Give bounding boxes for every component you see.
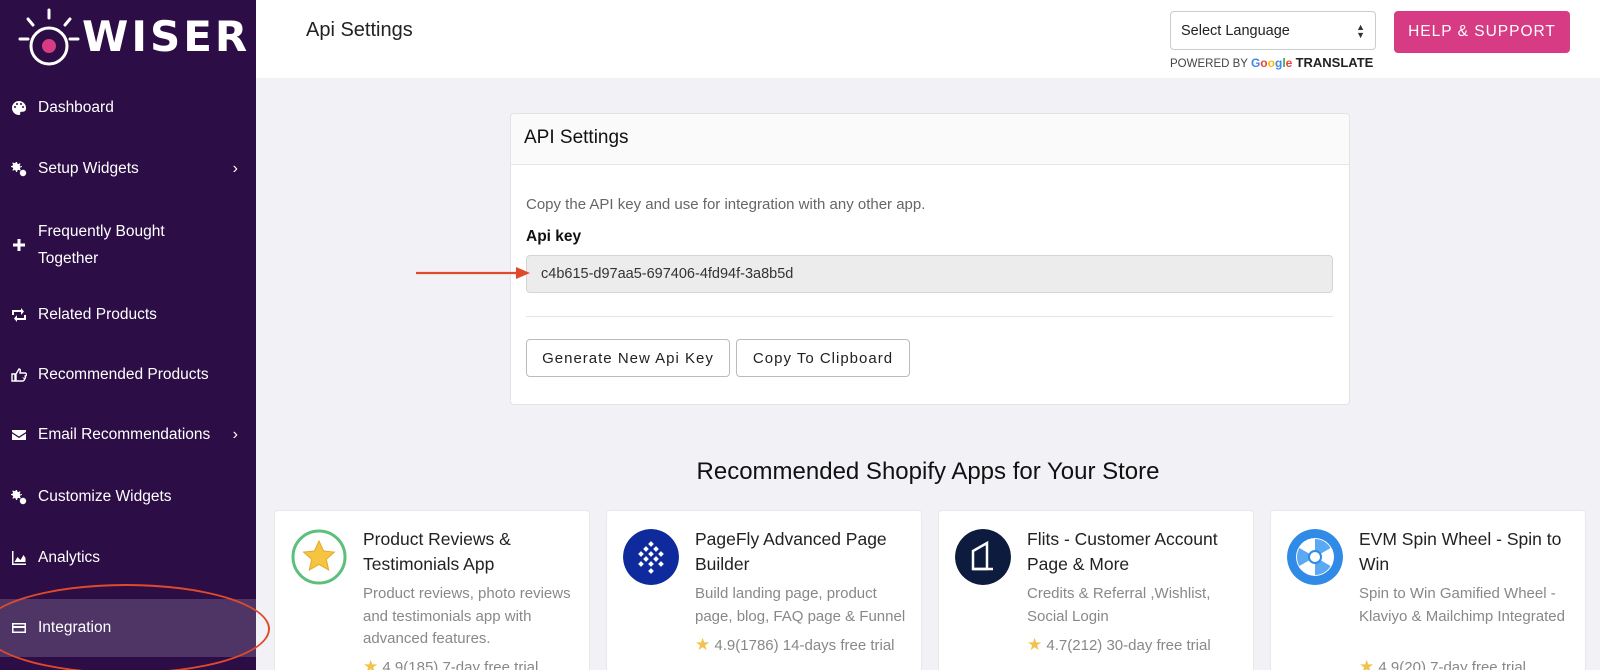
sidebar-item-label: Related Products	[38, 306, 157, 323]
envelope-icon	[10, 426, 28, 444]
sidebar-item-label: Setup Widgets	[38, 160, 139, 177]
app-description: Build landing page, product page, blog, …	[695, 585, 906, 625]
sidebar-item-email-recommendations[interactable]: Email Recommendations ›	[0, 421, 256, 449]
updown-arrows-icon: ▲ ▼	[1356, 21, 1365, 40]
powered-by-text: POWERED BY	[1170, 58, 1248, 70]
plus-icon	[10, 236, 28, 254]
credit-card-icon	[10, 619, 28, 637]
sidebar-item-label: Customize Widgets	[38, 488, 172, 505]
sidebar-item-label: Email Recommendations	[38, 426, 211, 443]
card-heading: API Settings	[511, 114, 1349, 165]
top-header: Api Settings Select Language ▲ ▼ POWERED …	[256, 0, 1600, 78]
gears-icon	[10, 160, 28, 178]
sidebar-item-recommended-products[interactable]: Recommended Products	[0, 361, 256, 389]
sidebar-item-setup-widgets[interactable]: Setup Widgets ›	[0, 155, 256, 183]
app-rating: ★ 4.9(185) 7-day free trial	[363, 657, 538, 670]
pagefly-logo-icon	[623, 529, 679, 585]
api-key-field[interactable]	[526, 255, 1333, 293]
sidebar-item-label: Dashboard	[38, 99, 114, 116]
app-description: Spin to Win Gamified Wheel - Klaviyo & M…	[1359, 585, 1565, 625]
retweet-icon	[10, 306, 28, 324]
star-badge-icon	[291, 529, 347, 585]
sidebar-item-analytics[interactable]: Analytics	[0, 544, 256, 572]
palette-icon	[10, 99, 28, 117]
app-description: Credits & Referral ,Wishlist, Social Log…	[1027, 585, 1211, 625]
app-name: Flits - Customer Account Page & More	[1027, 529, 1218, 574]
language-select-value: Select Language	[1181, 22, 1290, 39]
sidebar-item-integration[interactable]: Integration	[0, 599, 256, 657]
copy-to-clipboard-button[interactable]: Copy To Clipboard	[736, 339, 910, 377]
app-rating: ★ 4.9(1786) 14-days free trial	[695, 635, 895, 654]
arrow-annotation-icon	[416, 267, 530, 279]
star-icon: ★	[363, 657, 379, 670]
hand-point-icon	[10, 366, 28, 384]
app-rating: ★ 4.7(212) 30-day free trial	[1027, 635, 1211, 654]
api-key-label: Api key	[526, 228, 582, 245]
page-title: Api Settings	[306, 19, 413, 41]
wiser-logo[interactable]: WISER	[14, 6, 250, 66]
api-settings-card: API Settings Copy the API key and use fo…	[510, 113, 1350, 405]
sidebar: WISER Dashboard Setup Widgets › Frequent…	[0, 0, 256, 670]
app-name: Product Reviews & Testimonials App	[363, 529, 511, 574]
app-rating: ★ 4.9(20) 7-day free trial	[1359, 657, 1526, 670]
sidebar-item-label: Integration	[38, 619, 112, 636]
recommended-apps-title: Recommended Shopify Apps for Your Store	[696, 458, 1160, 485]
api-description: Copy the API key and use for integration…	[526, 196, 926, 213]
sidebar-item-label: Analytics	[38, 549, 101, 566]
google-logo: Google	[1250, 56, 1293, 70]
gears-icon	[10, 488, 28, 506]
sidebar-item-customize-widgets[interactable]: Customize Widgets	[0, 483, 256, 511]
app-name: PageFly Advanced Page Builder	[695, 529, 887, 574]
app-card-flits[interactable]: Flits - Customer Account Page & More Cre…	[938, 510, 1254, 670]
sidebar-item-label: Frequently Bought	[38, 223, 165, 240]
star-icon: ★	[1359, 657, 1375, 670]
sidebar-item-label: Recommended Products	[38, 366, 209, 383]
generate-new-api-key-button[interactable]: Generate New Api Key	[526, 339, 730, 377]
flits-logo-icon	[955, 529, 1011, 585]
powered-by-google-translate[interactable]: POWERED BY Google TRANSLATE	[1170, 55, 1373, 70]
brand-name: WISER	[82, 11, 251, 61]
language-select[interactable]: Select Language ▲ ▼	[1170, 11, 1376, 50]
divider	[526, 316, 1333, 317]
star-icon: ★	[1027, 635, 1043, 654]
app-card-pagefly[interactable]: PageFly Advanced Page Builder Build land…	[606, 510, 922, 670]
spin-wheel-icon	[1287, 529, 1343, 585]
area-chart-icon	[10, 549, 28, 567]
app-card-product-reviews[interactable]: Product Reviews & Testimonials App Produ…	[274, 510, 590, 670]
star-icon: ★	[695, 635, 711, 654]
help-support-button[interactable]: HELP & SUPPORT	[1394, 11, 1570, 53]
sidebar-item-label-line2: Together	[38, 250, 99, 267]
app-description: Product reviews, photo reviews and testi…	[363, 585, 571, 647]
chevron-right-icon: ›	[232, 160, 238, 177]
sidebar-item-dashboard[interactable]: Dashboard	[0, 94, 256, 122]
translate-text: TRANSLATE	[1295, 55, 1374, 70]
sidebar-item-related-products[interactable]: Related Products	[0, 301, 256, 329]
app-name: EVM Spin Wheel - Spin to Win	[1359, 529, 1562, 574]
chevron-right-icon: ›	[232, 426, 238, 443]
app-card-evm-spin-wheel[interactable]: EVM Spin Wheel - Spin to Win Spin to Win…	[1270, 510, 1586, 670]
sidebar-item-frequently-bought-together[interactable]: Frequently Bought Together	[0, 218, 256, 272]
sun-logo-icon	[18, 8, 80, 66]
